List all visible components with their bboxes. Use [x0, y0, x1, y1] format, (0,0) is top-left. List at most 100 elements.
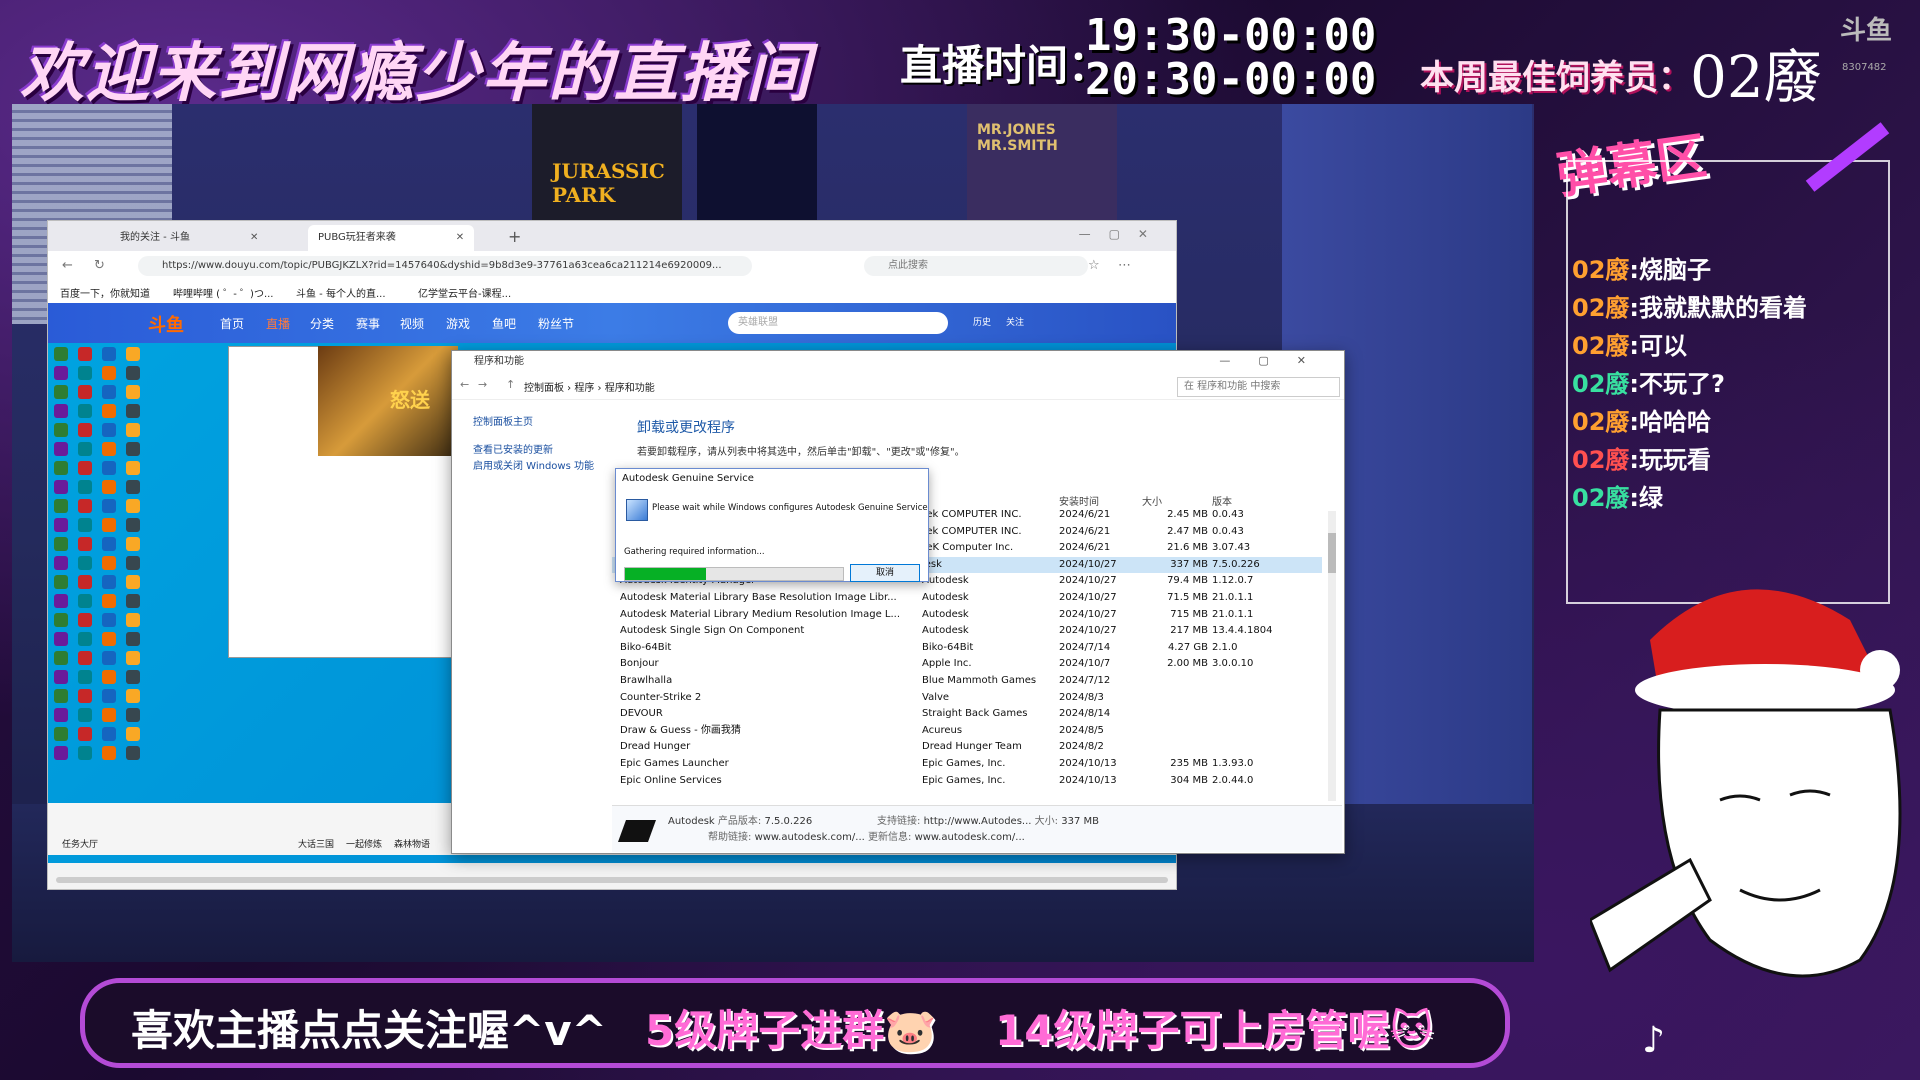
forward-icon[interactable]: →	[478, 378, 487, 391]
table-row[interactable]: Draw & Guess - 你画我猜 Acureus 2024/8/5	[612, 723, 1322, 740]
desktop-app-icon	[126, 499, 140, 513]
table-row[interactable]: Biko-64Bit Biko-64Bit 2024/7/14 4.27 GB 2.1.…	[612, 640, 1322, 657]
desktop-app-icon	[126, 651, 140, 665]
desktop-app-icon	[126, 385, 140, 399]
game-yiqixiulian[interactable]: 一起修炼	[346, 837, 382, 850]
nav-yuba[interactable]: 鱼吧	[492, 315, 516, 332]
row-publisher: Autodesk	[922, 592, 969, 603]
row-publisher: Tek COMPUTER INC.	[922, 509, 1022, 520]
detail-help-link[interactable]: www.autodesk.com/...	[755, 832, 865, 843]
table-row[interactable]: Epic Online Services Epic Games, Inc. 2024…	[612, 773, 1322, 790]
game-dahuasanguo[interactable]: 大话三国	[298, 837, 334, 850]
crumb-programs[interactable]: 程序	[574, 383, 594, 394]
table-row[interactable]: DEVOUR Straight Back Games 2024/8/14	[612, 706, 1322, 723]
more-icon[interactable]: ⋯	[1118, 258, 1131, 273]
horizontal-scrollbar[interactable]	[56, 877, 1168, 883]
scrollbar-thumb[interactable]	[1328, 533, 1336, 573]
desktop-app-icon	[126, 613, 140, 627]
desktop-app-icon	[126, 689, 140, 703]
bookmark-douyu[interactable]: 斗鱼 - 每个人的直...	[296, 285, 386, 300]
row-version: 0.0.43	[1212, 525, 1244, 537]
bookmark-bilibili[interactable]: 哔哩哔哩 ( ゜- ゜)つ...	[173, 285, 273, 300]
game-ad-banner[interactable]: 怒送	[318, 346, 458, 456]
douyu-logo[interactable]: 斗鱼	[148, 311, 184, 337]
tab-pubg[interactable]: PUBG玩狂者来袭 ✕	[308, 225, 475, 251]
desktop-app-icon	[54, 632, 68, 646]
desktop-app-icon	[126, 746, 140, 760]
desktop-app-icon	[78, 537, 92, 551]
desktop-app-icon	[126, 575, 140, 589]
col-version[interactable]: 版本	[1212, 493, 1232, 508]
follow-link[interactable]: 关注	[1006, 315, 1024, 328]
danmaku-text: :绿	[1629, 484, 1664, 512]
detail-support-link[interactable]: http://www.Autodes...	[924, 816, 1032, 827]
nav-live[interactable]: 直播	[266, 315, 290, 332]
close-icon[interactable]: ✕	[250, 232, 258, 243]
row-date: 2024/10/27	[1059, 558, 1117, 570]
row-date: 2024/7/14	[1059, 641, 1111, 653]
browser-search-input[interactable]: 点此搜索	[864, 256, 1088, 276]
detail-size: 337 MB	[1061, 816, 1099, 827]
desktop-app-icon	[102, 556, 116, 570]
dialog-message: Please wait while Windows configures Aut…	[652, 503, 928, 513]
mib-poster: MR.JONES MR.SMITH	[967, 104, 1117, 224]
nav-video[interactable]: 视频	[400, 315, 424, 332]
detail-line-2: 支持链接: http://www.Autodes... 大小: 337 MB	[877, 812, 1099, 827]
up-icon[interactable]: ↑	[506, 378, 515, 391]
table-row[interactable]: Brawlhalla Blue Mammoth Games 2024/7/12	[612, 673, 1322, 690]
col-size[interactable]: 大小	[1142, 493, 1162, 508]
row-date: 2024/10/27	[1059, 625, 1117, 637]
breadcrumb: 控制面板 › 程序 › 程序和功能	[524, 383, 655, 394]
nav-fan-festival[interactable]: 粉丝节	[538, 315, 574, 332]
nav-games[interactable]: 游戏	[446, 315, 470, 332]
danmaku-text: :我就默默的看着	[1629, 294, 1808, 322]
row-publisher: Epic Games, Inc.	[922, 774, 1006, 786]
table-row[interactable]: Counter-Strike 2 Valve 2024/8/3	[612, 690, 1322, 707]
crumb-control-panel[interactable]: 控制面板	[524, 383, 564, 394]
control-panel-home-link[interactable]: 控制面板主页	[473, 413, 533, 428]
task-hall-button[interactable]: 任务大厅	[62, 837, 98, 850]
bookmark-yixuetang[interactable]: 亿学堂云平台-课程...	[418, 285, 511, 300]
nav-events[interactable]: 赛事	[356, 315, 380, 332]
nav-category[interactable]: 分类	[310, 315, 334, 332]
close-icon[interactable]: ✕	[456, 232, 464, 243]
table-row[interactable]: Epic Games Launcher Epic Games, Inc. 2024/…	[612, 756, 1322, 773]
danmaku-text: :烧脑子	[1629, 256, 1712, 284]
window-controls[interactable]: —▢✕	[1219, 354, 1334, 367]
desktop-app-icon	[126, 347, 140, 361]
desktop-app-icon	[102, 632, 116, 646]
address-bar[interactable]: https://www.douyu.com/topic/PUBGJKZLX?ri…	[138, 256, 752, 276]
tiktok-icon: ♪	[1642, 1020, 1665, 1061]
table-row[interactable]: Autodesk Material Library Medium Resolut…	[612, 607, 1322, 624]
windows-features-link[interactable]: 启用或关闭 Windows 功能	[473, 457, 594, 472]
danmaku-message: 02廢:哈哈哈	[1572, 402, 1711, 437]
table-row[interactable]: Dread Hunger Dread Hunger Team 2024/8/2	[612, 739, 1322, 756]
detail-update-link[interactable]: www.autodesk.com/...	[915, 832, 1025, 843]
programs-search-input[interactable]: 在 程序和功能 中搜索	[1177, 377, 1340, 397]
desktop-app-icon	[78, 385, 92, 399]
col-date[interactable]: 安装时间	[1059, 493, 1099, 508]
favorites-icon[interactable]: ☆	[1088, 258, 1100, 273]
crumb-programs-features[interactable]: 程序和功能	[605, 383, 655, 394]
new-tab-icon[interactable]: +	[508, 227, 521, 246]
window-controls[interactable]: —▢✕	[1079, 227, 1166, 241]
douyu-search-input[interactable]: 英雄联盟	[728, 312, 948, 334]
back-icon[interactable]: ←	[460, 378, 469, 391]
refresh-icon[interactable]: ↻	[94, 258, 105, 273]
table-row[interactable]: Bonjour Apple Inc. 2024/10/7 2.00 MB 3.0.0.1…	[612, 656, 1322, 673]
game-senlinwuyu[interactable]: 森林物语	[394, 837, 430, 850]
row-size: 71.5 MB	[1167, 592, 1208, 603]
cancel-button[interactable]: 取消	[850, 564, 920, 582]
bottom-text-group: 5级牌子进群🐷	[645, 1006, 937, 1055]
table-row[interactable]: Autodesk Single Sign On Component Autodes…	[612, 623, 1322, 640]
back-icon[interactable]: ←	[62, 258, 73, 273]
bookmark-baidu[interactable]: 百度一下，你就知道	[60, 285, 150, 300]
table-row[interactable]: Autodesk Material Library Base Resolutio…	[612, 590, 1322, 607]
tab-douyu-follow[interactable]: 我的关注 - 斗鱼 ✕	[110, 225, 268, 251]
nav-home[interactable]: 首页	[220, 315, 244, 332]
desktop-app-icon	[126, 594, 140, 608]
history-link[interactable]: 历史	[973, 315, 991, 328]
row-publisher: Apple Inc.	[922, 658, 972, 670]
row-size: 4.27 GB	[1167, 641, 1208, 653]
installed-updates-link[interactable]: 查看已安装的更新	[473, 441, 553, 456]
